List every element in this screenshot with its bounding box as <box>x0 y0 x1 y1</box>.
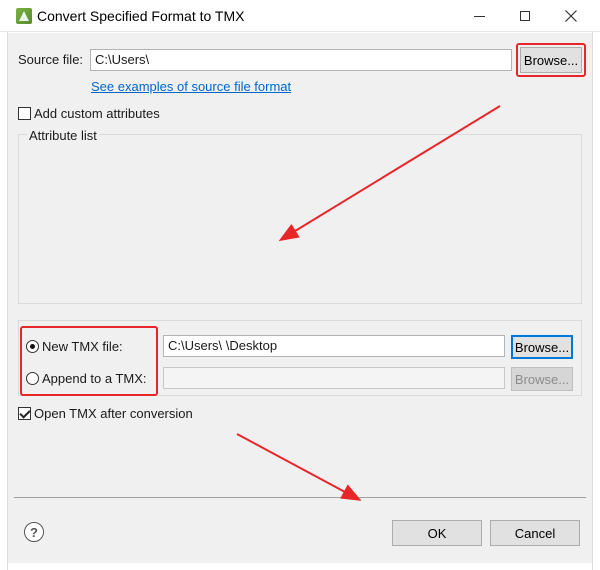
close-icon <box>565 10 577 22</box>
add-custom-attributes-label: Add custom attributes <box>34 106 160 121</box>
append-tmx-radio[interactable] <box>26 372 39 385</box>
attribute-list[interactable] <box>20 144 580 302</box>
cancel-button[interactable]: Cancel <box>490 520 580 546</box>
append-tmx-label: Append to a TMX: <box>42 371 147 386</box>
open-after-conversion-label: Open TMX after conversion <box>34 406 193 421</box>
help-icon[interactable]: ? <box>24 522 44 542</box>
source-browse-button[interactable]: Browse... <box>520 47 582 73</box>
title-bar: Convert Specified Format to TMX <box>0 0 600 32</box>
window-title: Convert Specified Format to TMX <box>37 8 245 24</box>
minimize-icon <box>473 15 485 17</box>
append-tmx-browse-button[interactable]: Browse... <box>511 367 573 391</box>
app-icon <box>16 8 32 24</box>
minimize-button[interactable] <box>456 0 502 32</box>
new-tmx-radio[interactable] <box>26 340 39 353</box>
new-tmx-browse-button[interactable]: Browse... <box>511 335 573 359</box>
window-frame-left <box>0 32 8 570</box>
maximize-icon <box>520 11 530 21</box>
close-button[interactable] <box>548 0 594 32</box>
window-frame-right <box>592 32 600 570</box>
new-tmx-label: New TMX file: <box>42 339 123 354</box>
maximize-button[interactable] <box>502 0 548 32</box>
open-after-conversion-checkbox[interactable] <box>18 407 31 420</box>
ok-button[interactable]: OK <box>392 520 482 546</box>
attribute-list-label: Attribute list <box>27 128 99 143</box>
append-tmx-input[interactable] <box>163 367 505 389</box>
add-custom-attributes-checkbox[interactable] <box>18 107 31 120</box>
footer-separator <box>14 497 586 498</box>
new-tmx-input[interactable]: C:\Users\ \Desktop <box>163 335 505 357</box>
source-file-label: Source file: <box>18 52 84 67</box>
source-file-input[interactable]: C:\Users\ <box>90 49 512 71</box>
see-examples-link[interactable]: See examples of source file format <box>91 79 291 94</box>
